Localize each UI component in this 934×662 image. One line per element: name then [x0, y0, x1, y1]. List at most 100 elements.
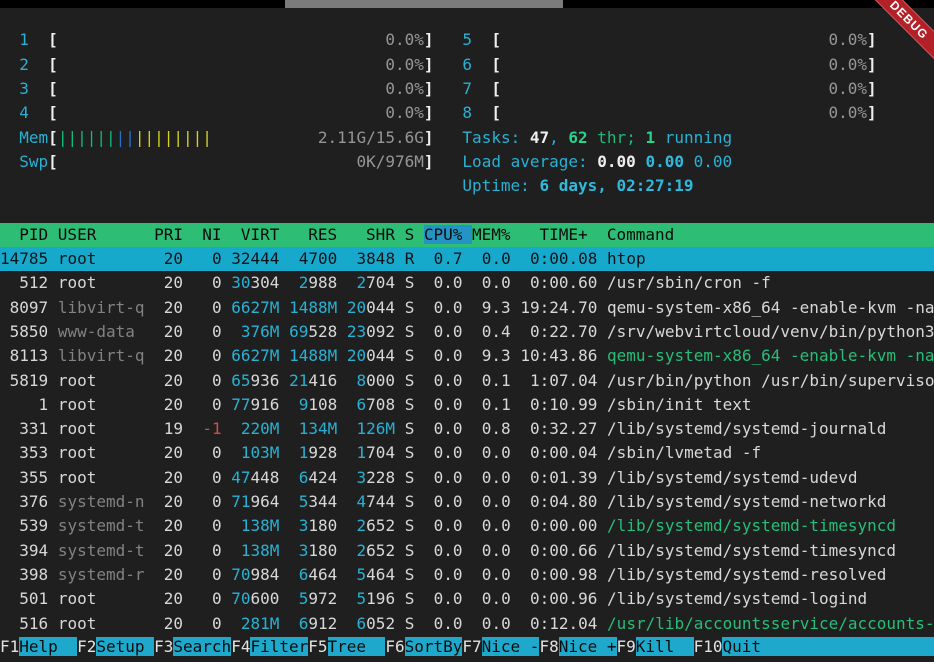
cpu-meter-value: 0.0%	[385, 55, 424, 74]
process-row-516[interactable]: 516 root 20 0 281M 6912 6052 S 0.0 0.0 0…	[0, 612, 934, 636]
mem-percent: 0.0	[472, 249, 511, 268]
priority: 20	[154, 516, 183, 535]
process-row-501[interactable]: 501 root 20 0 70600 5972 5196 S 0.0 0.0 …	[0, 587, 934, 611]
priority: 20	[154, 371, 183, 390]
fkey-label: Quit	[722, 637, 934, 656]
command: /lib/systemd/systemd-timesyncd	[607, 516, 934, 535]
command: /sbin/lvmetad -f	[607, 443, 934, 462]
fkey-f7[interactable]: F7Nice -	[462, 637, 539, 656]
window-drag-handle[interactable]	[285, 0, 563, 8]
nice: 0	[212, 298, 222, 317]
time: 10:43.86	[520, 346, 597, 365]
table-header-row[interactable]: PID USER PRI NI VIRT RES SHR S CPU% MEM%…	[0, 223, 934, 247]
mem-percent: 0.1	[472, 395, 511, 414]
meter-open-bracket: [	[48, 79, 58, 98]
pid: 331	[0, 419, 48, 438]
process-row-8097[interactable]: 8097 libvirt-q 20 0 6627M 1488M 20044 S …	[0, 296, 934, 320]
cpu-meter-value: 0.0%	[828, 79, 867, 98]
command: /srv/webvirtcloud/venv/bin/python3	[607, 322, 934, 341]
fkey-number: F5	[308, 637, 327, 656]
pid: 8097	[0, 298, 48, 317]
mem-percent: 0.0	[472, 589, 511, 608]
cpu-label: 7	[462, 79, 472, 98]
user: systemd-n	[58, 492, 145, 511]
process-row-376[interactable]: 376 systemd-n 20 0 71964 5344 4744 S 0.0…	[0, 490, 934, 514]
process-row-398[interactable]: 398 systemd-r 20 0 70984 6464 5464 S 0.0…	[0, 563, 934, 587]
priority: 20	[154, 395, 183, 414]
fkey-label: Kill	[636, 637, 694, 656]
tasks-label: Tasks:	[462, 128, 529, 147]
user: root	[58, 395, 145, 414]
process-row-1[interactable]: 1 root 20 0 77916 9108 6708 S 0.0 0.1 0:…	[0, 393, 934, 417]
cpu-meter-value: 0.0%	[385, 30, 424, 49]
fkey-f1[interactable]: F1Help	[0, 637, 77, 656]
fkey-number: F4	[231, 637, 250, 656]
fkey-f10[interactable]: F10Quit	[694, 637, 934, 656]
user: systemd-t	[58, 516, 145, 535]
cpu-percent: 0.0	[424, 468, 463, 487]
cpu-percent: 0.0	[424, 273, 463, 292]
swp-value: 0K/976M	[356, 152, 423, 171]
process-row-5819[interactable]: 5819 root 20 0 65936 21416 8000 S 0.0 0.…	[0, 369, 934, 393]
meter-open-bracket: [	[48, 55, 58, 74]
command: /usr/lib/accountsservice/accounts-	[607, 614, 934, 633]
meter-open-bracket: [	[491, 55, 501, 74]
fkey-f4[interactable]: F4Filter	[231, 637, 308, 656]
fkey-f6[interactable]: F6SortBy	[385, 637, 462, 656]
pid: 8113	[0, 346, 48, 365]
cpu-label: 6	[462, 55, 472, 74]
fkey-f9[interactable]: F9Kill	[617, 637, 694, 656]
fkey-number: F9	[617, 637, 636, 656]
time: 0:00.60	[520, 273, 597, 292]
time: 0:12.04	[520, 614, 597, 633]
meter-close-bracket: ]	[867, 55, 877, 74]
mem-percent: 0.0	[472, 468, 511, 487]
command: /usr/bin/python /usr/bin/superviso	[607, 371, 934, 390]
load-5min: 0.00	[645, 152, 693, 171]
fkey-f3[interactable]: F3Search	[154, 637, 231, 656]
pid: 355	[0, 468, 48, 487]
process-row-512[interactable]: 512 root 20 0 30304 2988 2704 S 0.0 0.0 …	[0, 271, 934, 295]
process-row-5850[interactable]: 5850 www-data 20 0 376M 69528 23092 S 0.…	[0, 320, 934, 344]
mem-percent: 0.8	[472, 419, 511, 438]
process-row-353[interactable]: 353 root 20 0 103M 1928 1704 S 0.0 0.0 0…	[0, 441, 934, 465]
nice: 0	[212, 395, 222, 414]
priority: 20	[154, 492, 183, 511]
fkey-f2[interactable]: F2Setup	[77, 637, 154, 656]
pid: 398	[0, 565, 48, 584]
fkey-label: Tree	[328, 637, 386, 656]
nice: 0	[212, 443, 222, 462]
fkey-label: Search	[173, 637, 231, 656]
cpu-label: 1	[19, 30, 29, 49]
state: R	[405, 249, 415, 268]
cpu-label: 2	[19, 55, 29, 74]
fkey-number: F7	[462, 637, 481, 656]
time: 19:24.70	[520, 298, 597, 317]
process-row-8113[interactable]: 8113 libvirt-q 20 0 6627M 1488M 20044 S …	[0, 344, 934, 368]
fkey-f5[interactable]: F5Tree	[308, 637, 385, 656]
process-row-394[interactable]: 394 systemd-t 20 0 138M 3180 2652 S 0.0 …	[0, 539, 934, 563]
pid: 5850	[0, 322, 48, 341]
user: libvirt-q	[58, 298, 145, 317]
fkey-label: SortBy	[405, 637, 463, 656]
fkey-label: Setup	[96, 637, 154, 656]
pid: 512	[0, 273, 48, 292]
process-row-331[interactable]: 331 root 19 -1 220M 134M 126M S 0.0 0.8 …	[0, 417, 934, 441]
time: 0:32.27	[520, 419, 597, 438]
command: /lib/systemd/systemd-resolved	[607, 565, 934, 584]
mem-bar-buffers: ||	[116, 128, 135, 147]
state: S	[405, 346, 415, 365]
cpu-percent: 0.0	[424, 298, 463, 317]
mem-value: 2.11G/15.6G	[318, 128, 424, 147]
priority: 20	[154, 249, 183, 268]
fkey-number: F3	[154, 637, 173, 656]
fkey-label: Filter	[250, 637, 308, 656]
priority: 20	[154, 273, 183, 292]
fkey-f8[interactable]: F8Nice +	[539, 637, 616, 656]
user: systemd-t	[58, 541, 145, 560]
pid: 5819	[0, 371, 48, 390]
process-row-14785[interactable]: 14785 root 20 0 32444 4700 3848 R 0.7 0.…	[0, 247, 934, 271]
process-row-539[interactable]: 539 systemd-t 20 0 138M 3180 2652 S 0.0 …	[0, 514, 934, 538]
process-row-355[interactable]: 355 root 20 0 47448 6424 3228 S 0.0 0.0 …	[0, 466, 934, 490]
command: qemu-system-x86_64 -enable-kvm -na	[607, 298, 934, 317]
